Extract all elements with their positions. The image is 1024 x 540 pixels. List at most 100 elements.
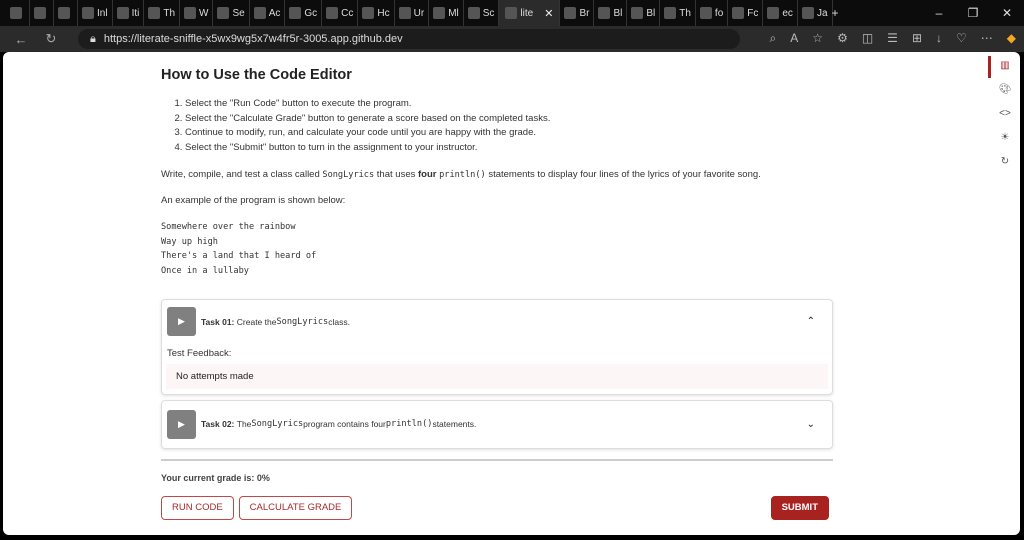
zoom-icon[interactable]: ⌕: [770, 31, 777, 46]
minimize-button[interactable]: –: [922, 6, 956, 20]
browser-tab[interactable]: Th: [144, 0, 181, 26]
task-02-header[interactable]: ▶ Task 02: The SongLyrics program contai…: [162, 401, 832, 448]
tab-label: Th: [163, 7, 176, 19]
refresh-icon[interactable]: ↻: [36, 31, 66, 47]
browser-tab[interactable]: Gc: [285, 0, 323, 26]
class-name-code: SongLyrics: [322, 170, 375, 180]
right-toolbar: ▥ 🎨︎ <> ☀ ↻: [990, 52, 1020, 535]
tab-favicon-icon: [34, 7, 46, 19]
columns-icon[interactable]: ▥: [1000, 60, 1009, 71]
close-window-button[interactable]: ✕: [990, 6, 1024, 20]
tab-label: Ur: [413, 7, 425, 19]
play-icon[interactable]: ▶: [167, 409, 196, 439]
favorite-star-icon[interactable]: ☆: [812, 31, 823, 46]
task-code: SongLyrics: [251, 419, 304, 430]
tab-label: Th: [679, 7, 691, 19]
tab-label: fo: [714, 7, 724, 19]
browser-tab[interactable]: [6, 0, 30, 26]
instructions-list: Select the "Run Code" button to execute …: [185, 97, 833, 155]
task-text: program contains four: [303, 419, 386, 430]
close-tab-icon[interactable]: ✕: [544, 7, 553, 20]
code-icon[interactable]: <>: [999, 108, 1011, 119]
run-code-button[interactable]: RUN CODE: [161, 495, 234, 520]
palette-icon[interactable]: 🎨︎: [999, 84, 1012, 95]
example-code: Somewhere over the rainbow Way up high T…: [161, 222, 317, 277]
url-field[interactable]: 🔒︎ https://literate-sniffle-x5wx9wg5x7w4…: [78, 29, 740, 49]
tab-favicon-icon: [116, 7, 129, 19]
browser-tab[interactable]: [54, 0, 78, 26]
tab-label: Ac: [268, 7, 281, 19]
tab-label: Ml: [448, 7, 459, 19]
task-code: println(): [385, 419, 433, 430]
browser-tab[interactable]: Ur: [395, 0, 430, 26]
tab-favicon-icon: [362, 7, 375, 19]
browser-tab[interactable]: Bl: [594, 0, 628, 26]
browser-tab[interactable]: [30, 0, 54, 26]
copilot-icon[interactable]: ◆: [1007, 31, 1016, 46]
extensions-icon[interactable]: ⚙: [837, 31, 848, 46]
tab-label: lite: [520, 7, 534, 19]
task-02: ▶ Task 02: The SongLyrics program contai…: [161, 399, 833, 449]
browser-tab[interactable]: Cc: [322, 0, 359, 26]
tab-favicon-icon: [398, 7, 411, 19]
reset-icon[interactable]: ↻: [1001, 156, 1009, 167]
tab-favicon-icon: [631, 7, 644, 19]
browser-tab[interactable]: Br: [560, 0, 595, 26]
task-01-header[interactable]: ▶ Task 01: Create the SongLyrics class. …: [162, 300, 832, 344]
calculate-grade-button[interactable]: CALCULATE GRADE: [238, 495, 353, 520]
tab-favicon-icon: [253, 7, 266, 19]
web-page: How to Use the Code Editor Select the "R…: [3, 52, 1020, 535]
browser-tab[interactable]: ec: [763, 0, 798, 26]
brightness-icon[interactable]: ☀: [1001, 132, 1010, 143]
browser-tab[interactable]: fo: [696, 0, 729, 26]
tab-favicon-icon: [217, 7, 230, 19]
browser-tab[interactable]: Iti: [113, 0, 145, 26]
browser-tab[interactable]: Inl: [78, 0, 113, 26]
downloads-icon[interactable]: ↓: [936, 31, 942, 46]
restore-button[interactable]: ❐: [956, 6, 990, 20]
window-controls: + – ❐ ✕: [831, 0, 1024, 26]
desc-text: statements to display four lines of the …: [485, 169, 761, 180]
instruction-step: Select the "Run Code" button to execute …: [185, 97, 833, 112]
tab-favicon-icon: [289, 7, 302, 19]
tab-favicon-icon: [184, 7, 197, 19]
address-bar: ← ↻ 🔒︎ https://literate-sniffle-x5wx9wg5…: [0, 26, 1024, 52]
split-screen-icon[interactable]: ◫: [862, 31, 873, 46]
task-label: Task 01:: [201, 316, 235, 327]
browser-tab[interactable]: Sc: [464, 0, 500, 26]
read-aloud-icon[interactable]: A: [790, 31, 798, 46]
tab-favicon-icon: [82, 7, 94, 19]
tab-favicon-icon: [326, 7, 339, 19]
chevron-down-icon[interactable]: ⌄: [807, 419, 815, 430]
tab-label: ec: [782, 7, 793, 19]
favorites-icon[interactable]: ☰: [887, 31, 898, 46]
back-icon[interactable]: ←: [6, 32, 36, 47]
task-01: ▶ Task 01: Create the SongLyrics class. …: [161, 298, 833, 395]
more-menu-icon[interactable]: ⋯: [981, 31, 993, 46]
tab-label: Sc: [482, 7, 495, 19]
browser-tab[interactable]: Ac: [250, 0, 286, 26]
new-tab-button[interactable]: +: [818, 6, 852, 20]
performance-icon[interactable]: ♡: [956, 31, 967, 46]
play-icon[interactable]: ▶: [167, 307, 196, 337]
instruction-step: Continue to modify, run, and calculate y…: [185, 126, 833, 141]
tab-favicon-icon: [564, 7, 577, 19]
instruction-step: Select the "Submit" button to turn in th…: [185, 141, 833, 156]
browser-tab[interactable]: Ml: [429, 0, 464, 26]
browser-tab[interactable]: W: [180, 0, 214, 26]
tab-favicon-icon: [699, 7, 712, 19]
browser-tab[interactable]: Bl: [627, 0, 661, 26]
browser-tab[interactable]: Th: [660, 0, 696, 26]
tab-favicon-icon: [148, 7, 161, 19]
collections-icon[interactable]: ⊞: [912, 31, 922, 46]
desc-text: Write, compile, and test a class called: [161, 169, 323, 180]
chevron-up-icon[interactable]: ⌃: [807, 316, 815, 327]
browser-tab[interactable]: Hc: [358, 0, 395, 26]
browser-tab[interactable]: lite ✕: [499, 0, 561, 26]
task-text: statements.: [432, 419, 477, 430]
browser-tab[interactable]: Fc: [728, 0, 764, 26]
browser-tab[interactable]: Se: [213, 0, 250, 26]
submit-button[interactable]: SUBMIT: [770, 495, 829, 520]
task-text: Create the: [236, 316, 277, 327]
desc-text: that uses: [374, 169, 418, 180]
